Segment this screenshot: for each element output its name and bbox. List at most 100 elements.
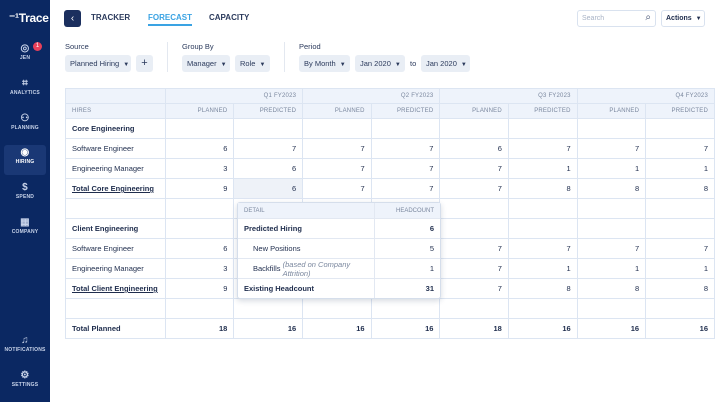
value-cell[interactable]: 6 (439, 138, 509, 159)
value-cell[interactable]: 8 (576, 278, 647, 299)
value-cell[interactable]: 16 (507, 318, 578, 339)
value-cell[interactable] (233, 298, 304, 319)
sidebar-item-analytics[interactable]: ⌗ ANALYTICS (4, 76, 46, 106)
predicted-header: PREDICTED (507, 103, 578, 119)
value-cell[interactable]: 7 (370, 178, 441, 199)
value-cell[interactable]: 7 (645, 138, 715, 159)
period-from-dropdown[interactable]: Jan 2020 ▼ (355, 55, 405, 72)
value-cell[interactable] (645, 218, 715, 239)
sidebar-item-settings[interactable]: ⚙ SETTINGS (4, 368, 46, 398)
value-cell[interactable]: 7 (439, 278, 509, 299)
value-cell[interactable]: 7 (439, 158, 509, 179)
predicted-header: PREDICTED (645, 103, 715, 119)
value-cell[interactable]: 9 (164, 278, 235, 299)
value-cell[interactable] (507, 298, 578, 319)
value-cell[interactable] (439, 218, 509, 239)
value-cell[interactable]: 7 (439, 238, 509, 259)
value-cell[interactable] (576, 198, 647, 219)
value-cell[interactable]: 16 (233, 318, 304, 339)
search-icon[interactable]: ⌕ (645, 12, 651, 23)
period-dropdown[interactable]: By Month ▼ (299, 55, 350, 72)
value-cell[interactable] (507, 198, 578, 219)
value-cell[interactable]: 7 (576, 138, 647, 159)
value-cell[interactable]: 18 (439, 318, 509, 339)
row-label[interactable]: Total Core Engineering (65, 178, 166, 199)
value-cell[interactable] (576, 218, 647, 239)
tab-capacity[interactable]: CAPACITY (209, 13, 249, 22)
search-input[interactable]: Search ⌕ (577, 10, 656, 27)
value-cell[interactable] (645, 298, 715, 319)
value-cell[interactable]: 1 (645, 158, 715, 179)
value-cell[interactable]: 1 (507, 258, 578, 279)
value-cell[interactable]: 8 (507, 278, 578, 299)
value-cell[interactable]: 7 (370, 138, 441, 159)
value-cell[interactable]: 7 (576, 238, 647, 259)
value-cell[interactable]: 16 (645, 318, 715, 339)
value-cell[interactable]: 1 (645, 258, 715, 279)
value-cell[interactable] (576, 118, 647, 139)
value-cell[interactable]: 8 (576, 178, 647, 199)
value-cell[interactable]: 8 (645, 278, 715, 299)
value-cell[interactable]: 7 (233, 138, 304, 159)
period-to-dropdown[interactable]: Jan 2020 ▼ (421, 55, 470, 72)
value-cell[interactable]: 1 (576, 258, 647, 279)
value-cell[interactable]: 7 (302, 178, 372, 199)
value-cell[interactable]: 7 (302, 158, 372, 179)
value-cell[interactable]: 7 (302, 138, 372, 159)
value-cell[interactable]: 18 (164, 318, 235, 339)
value-cell[interactable] (370, 298, 441, 319)
value-cell[interactable]: 3 (164, 258, 235, 279)
value-cell[interactable]: 6 (164, 238, 235, 259)
value-cell[interactable]: 3 (164, 158, 235, 179)
value-cell[interactable]: 9 (164, 178, 235, 199)
value-cell[interactable]: 6 (233, 178, 304, 199)
value-cell[interactable] (164, 118, 235, 139)
value-cell[interactable] (439, 198, 509, 219)
value-cell[interactable]: 6 (233, 158, 304, 179)
value-cell[interactable]: 16 (370, 318, 441, 339)
sidebar-item-notifications[interactable]: ♫ NOTIFICATIONS (4, 333, 46, 363)
row-label[interactable]: Total Client Engineering (65, 278, 166, 299)
value-cell[interactable] (164, 198, 235, 219)
group-by-manager-dropdown[interactable]: Manager ▼ (182, 55, 230, 72)
tab-forecast[interactable]: FORECAST (148, 13, 192, 26)
value-cell[interactable]: 7 (439, 258, 509, 279)
value-cell[interactable]: 7 (439, 178, 509, 199)
value-cell[interactable] (302, 298, 372, 319)
value-cell[interactable]: 7 (370, 158, 441, 179)
value-cell[interactable]: 8 (645, 178, 715, 199)
value-cell[interactable] (439, 298, 509, 319)
value-cell[interactable] (439, 118, 509, 139)
value-cell[interactable]: 7 (507, 138, 578, 159)
value-cell[interactable]: 1 (576, 158, 647, 179)
value-cell[interactable] (507, 118, 578, 139)
sidebar-item-spend[interactable]: $ SPEND (4, 180, 46, 210)
value-cell[interactable] (370, 118, 441, 139)
value-cell[interactable]: 7 (507, 238, 578, 259)
value-cell[interactable] (507, 218, 578, 239)
add-source-button[interactable]: + (136, 55, 153, 72)
value-cell[interactable] (164, 298, 235, 319)
sidebar-item-hiring[interactable]: ◉ HIRING (4, 145, 46, 175)
group-by-role-dropdown[interactable]: Role ▼ (235, 55, 270, 72)
value-cell[interactable] (302, 118, 372, 139)
value-cell[interactable]: 16 (576, 318, 647, 339)
sidebar-item-planning[interactable]: ⚇ PLANNING (4, 111, 46, 141)
value-cell[interactable]: 16 (302, 318, 372, 339)
value-cell[interactable] (645, 198, 715, 219)
value-cell[interactable]: 6 (164, 138, 235, 159)
value-cell[interactable] (576, 298, 647, 319)
value-cell[interactable]: 7 (645, 238, 715, 259)
actions-button[interactable]: Actions ▼ (661, 10, 705, 27)
source-dropdown[interactable]: Planned Hiring ▼ (65, 55, 131, 72)
value-cell[interactable]: 1 (507, 158, 578, 179)
tab-tracker[interactable]: TRACKER (91, 13, 130, 22)
caret-down-icon: ▼ (460, 62, 467, 68)
source-label: Source (65, 42, 89, 51)
value-cell[interactable] (645, 118, 715, 139)
value-cell[interactable]: 8 (507, 178, 578, 199)
back-button[interactable]: ‹ (64, 10, 81, 27)
value-cell[interactable] (233, 118, 304, 139)
sidebar-item-company[interactable]: ▦ COMPANY (4, 215, 46, 245)
value-cell[interactable] (164, 218, 235, 239)
